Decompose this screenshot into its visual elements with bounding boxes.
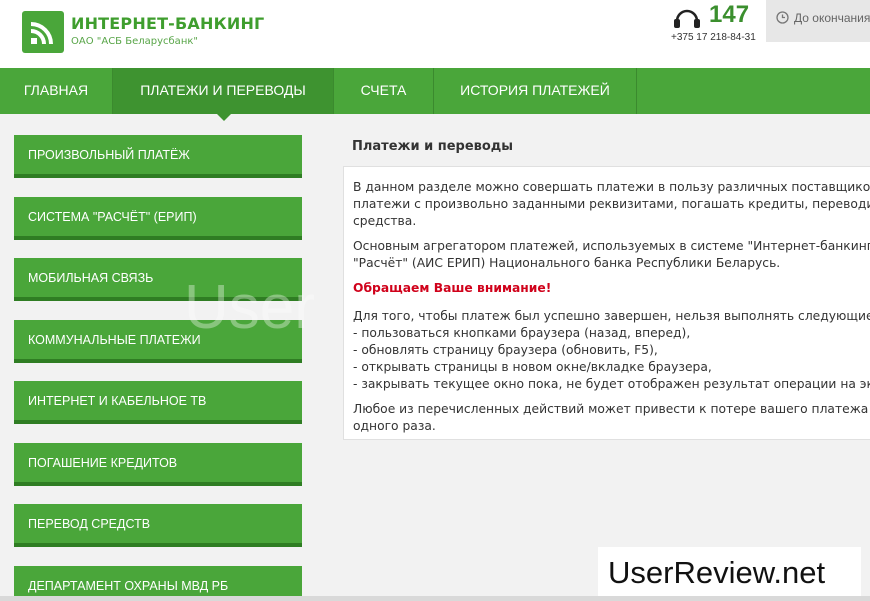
phone-short-number[interactable]: 147	[709, 1, 749, 29]
sidebar-item-transfers[interactable]: ПЕРЕВОД СРЕДСТВ	[14, 504, 302, 547]
attention-alert: Обращаем Ваше внимание!	[353, 281, 552, 295]
session-text: До окончания	[794, 11, 870, 25]
text-line: - открывать страницы в новом окне/вкладк…	[353, 360, 712, 374]
watermark-box: UserReview.net	[598, 547, 861, 601]
sidebar-item-loans[interactable]: ПОГАШЕНИЕ КРЕДИТОВ	[14, 443, 302, 486]
info-panel: В данном разделе можно совершать платежи…	[343, 166, 870, 440]
text-line: средства.	[353, 214, 417, 228]
text-line: одного раза.	[353, 419, 436, 433]
text-line: Для того, чтобы платеж был успешно завер…	[353, 309, 870, 323]
clock-icon	[776, 11, 789, 24]
page-title: Платежи и переводы	[352, 139, 514, 154]
main-nav: ГЛАВНАЯ ПЛАТЕЖИ И ПЕРЕВОДЫ СЧЕТА ИСТОРИЯ…	[0, 68, 870, 114]
sidebar-item-erip[interactable]: СИСТЕМА "РАСЧЁТ" (ЕРИП)	[14, 197, 302, 240]
bottom-strip	[0, 596, 870, 601]
watermark-label: UserReview.net	[608, 555, 826, 590]
sidebar-item-arbitrary-payment[interactable]: ПРОИЗВОЛЬНЫЙ ПЛАТЁЖ	[14, 135, 302, 178]
text-line: - закрывать текущее окно пока, не будет …	[353, 377, 870, 391]
text-line: платежи с произвольно заданными реквизит…	[353, 197, 870, 211]
text-line: Основным агрегатором платежей, используе…	[353, 239, 870, 253]
intro-paragraph: В данном разделе можно совершать платежи…	[353, 179, 870, 230]
brand-subtitle: ОАО "АСБ Беларусбанк"	[71, 36, 198, 47]
warning-paragraph: Любое из перечисленных действий может пр…	[353, 401, 870, 435]
header: ИНТЕРНЕТ-БАНКИНГ ОАО "АСБ Беларусбанк" 1…	[0, 0, 870, 68]
text-line: В данном разделе можно совершать платежи…	[353, 180, 870, 194]
nav-payments[interactable]: ПЛАТЕЖИ И ПЕРЕВОДЫ	[113, 68, 334, 114]
session-timer: До окончания	[766, 0, 870, 42]
wifi-bank-logo-icon[interactable]	[22, 11, 64, 53]
nav-main[interactable]: ГЛАВНАЯ	[0, 68, 113, 114]
brand-title: ИНТЕРНЕТ-БАНКИНГ	[71, 14, 265, 33]
text-line: "Расчёт" (АИС ЕРИП) Национального банка …	[353, 256, 781, 270]
rules-paragraph: Для того, чтобы платеж был успешно завер…	[353, 308, 870, 393]
nav-history[interactable]: ИСТОРИЯ ПЛАТЕЖЕЙ	[434, 68, 637, 114]
text-line: - пользоваться кнопками браузера (назад,…	[353, 326, 691, 340]
nav-accounts[interactable]: СЧЕТА	[334, 68, 434, 114]
aggregator-paragraph: Основным агрегатором платежей, используе…	[353, 238, 870, 272]
text-line: - обновлять страницу браузера (обновить,…	[353, 343, 658, 357]
headset-icon	[674, 9, 700, 28]
phone-full-number[interactable]: +375 17 218-84-31	[671, 32, 756, 43]
ghost-watermark: User	[184, 273, 315, 342]
active-tab-indicator	[217, 114, 231, 121]
sidebar-item-internet-tv[interactable]: ИНТЕРНЕТ И КАБЕЛЬНОЕ ТВ	[14, 381, 302, 424]
text-line: Любое из перечисленных действий может пр…	[353, 402, 870, 416]
